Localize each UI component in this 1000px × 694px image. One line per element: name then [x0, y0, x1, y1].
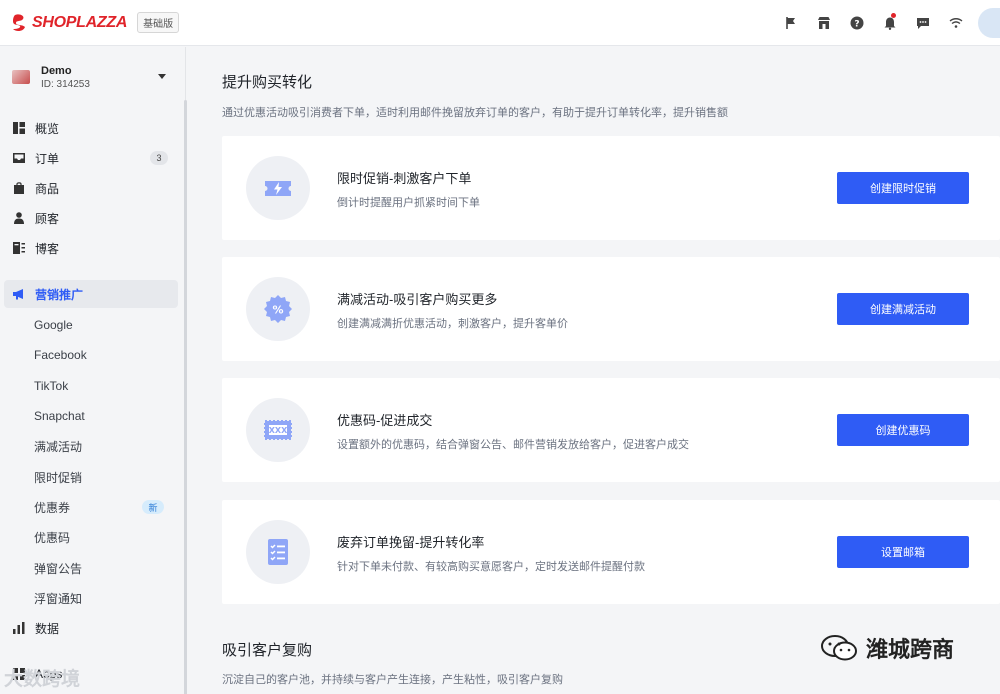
store-name: Demo	[41, 65, 72, 77]
sidebar-item-label: 商品	[35, 181, 60, 196]
watermark-text: 潍城跨商	[866, 637, 955, 662]
bag-icon	[13, 182, 25, 194]
svg-text:?: ?	[854, 20, 859, 30]
brand-logo[interactable]: SHOPLAZZA 基础版	[12, 12, 180, 33]
main-content: 提升购买转化 通过优惠活动吸引消费者下单，适时利用邮件挽留放弃订单的客户，有助于…	[188, 47, 1000, 694]
sidebar-item-marketing[interactable]: 营销推广	[4, 280, 178, 308]
card-desc: 倒计时提醒用户抓紧时间下单	[337, 197, 480, 209]
sub-item-label: 优惠券	[34, 500, 71, 515]
top-bar: SHOPLAZZA 基础版 ?	[0, 0, 1000, 46]
overview-icon	[13, 122, 25, 134]
sub-item-label: Snapchat	[34, 409, 85, 423]
shoplazza-logo-icon	[13, 13, 25, 31]
card-desc: 针对下单未付款、有较高购买意愿客户，定时发送邮件提醒付款	[337, 561, 645, 573]
sidebar-item-label: 数据	[35, 621, 60, 636]
sub-item-coupons[interactable]: 优惠券 新	[34, 495, 174, 519]
sub-item-google[interactable]: Google	[34, 313, 174, 337]
sidebar-item-products[interactable]: 商品	[4, 174, 178, 202]
card-title: 限时促销-刺激客户下单	[337, 171, 472, 186]
wifi-icon[interactable]	[939, 0, 972, 46]
sidebar-item-blog[interactable]: 博客	[4, 234, 178, 262]
store-thumbnail	[12, 70, 30, 84]
bell-icon[interactable]	[873, 0, 906, 46]
inbox-icon	[13, 152, 25, 164]
checklist-icon	[246, 520, 310, 584]
sub-item-floating-notice[interactable]: 浮窗通知	[34, 586, 174, 610]
sub-item-label: Facebook	[34, 348, 87, 362]
card-abandoned-order: 废弃订单挽留-提升转化率 针对下单未付款、有较高购买意愿客户，定时发送邮件提醒付…	[222, 500, 1000, 604]
section-title-conversion: 提升购买转化	[222, 74, 313, 91]
sub-item-tiktok[interactable]: TikTok	[34, 374, 174, 398]
sub-item-label: TikTok	[34, 379, 69, 393]
sub-item-flash-sale[interactable]: 限时促销	[34, 465, 174, 489]
sub-item-label: 优惠码	[34, 530, 71, 545]
sub-item-popup[interactable]: 弹窗公告	[34, 556, 174, 580]
avatar[interactable]	[978, 8, 1000, 38]
flash-ticket-icon	[246, 156, 310, 220]
bar-chart-icon	[13, 622, 25, 634]
sub-item-label: Google	[34, 318, 73, 332]
sidebar-item-overview[interactable]: 概览	[4, 114, 178, 142]
card-discount-campaign: % 满减活动-吸引客户购买更多 创建满减满折优惠活动，刺激客户，提升客单价 创建…	[222, 257, 1000, 361]
card-flash-sale: 限时促销-刺激客户下单 倒计时提醒用户抓紧时间下单 创建限时促销	[222, 136, 1000, 240]
store-switcher[interactable]: Demo ID: 314253	[12, 65, 172, 97]
store-icon[interactable]	[807, 0, 840, 46]
order-count-badge: 3	[150, 151, 168, 165]
flag-icon[interactable]	[774, 0, 807, 46]
sidebar-item-label: 顾客	[35, 211, 60, 226]
sidebar-item-data[interactable]: 数据	[4, 614, 178, 642]
sub-item-discount-campaign[interactable]: 满减活动	[34, 434, 174, 458]
megaphone-icon	[13, 288, 25, 300]
sub-item-snapchat[interactable]: Snapchat	[34, 404, 174, 428]
card-desc: 设置额外的优惠码，结合弹窗公告、邮件营销发放给客户，促进客户成交	[337, 439, 689, 451]
card-discount-code: XXX 优惠码-促进成交 设置额外的优惠码，结合弹窗公告、邮件营销发放给客户，促…	[222, 378, 1000, 482]
sub-item-facebook[interactable]: Facebook	[34, 343, 174, 367]
new-badge: 新	[142, 500, 164, 514]
wechat-icon	[821, 635, 857, 661]
top-icons: ?	[774, 0, 1000, 46]
blog-icon	[13, 242, 25, 254]
sidebar-item-label: 概览	[35, 121, 60, 136]
section-desc-repurchase: 沉淀自己的客户池，并持续与客户产生连接，产生粘性，吸引客户复购	[222, 674, 563, 686]
sidebar-item-customers[interactable]: 顾客	[4, 204, 178, 232]
sidebar-item-orders[interactable]: 订单 3	[4, 144, 178, 172]
set-email-button[interactable]: 设置邮箱	[837, 536, 969, 568]
card-title: 优惠码-促进成交	[337, 413, 433, 428]
create-discount-code-button[interactable]: 创建优惠码	[837, 414, 969, 446]
watermark-text: 大数跨境	[4, 669, 81, 690]
brand-name: SHOPLAZZA	[32, 13, 128, 31]
section-desc-conversion: 通过优惠活动吸引消费者下单，适时利用邮件挽留放弃订单的客户，有助于提升订单转化率…	[222, 107, 728, 119]
store-id: ID: 314253	[41, 79, 90, 90]
chevron-down-icon[interactable]	[158, 74, 166, 79]
coupon-code-icon: XXX	[246, 398, 310, 462]
create-flash-sale-button[interactable]: 创建限时促销	[837, 172, 969, 204]
sub-item-label: 限时促销	[34, 470, 83, 485]
watermark-right: 潍城跨商	[820, 632, 954, 664]
create-discount-campaign-button[interactable]: 创建满减活动	[837, 293, 969, 325]
watermark-left: 大数跨境	[4, 664, 80, 691]
sub-item-label: 满减活动	[34, 439, 83, 454]
card-title: 满减活动-吸引客户购买更多	[337, 292, 498, 307]
svg-text:XXX: XXX	[269, 426, 288, 435]
help-icon[interactable]: ?	[840, 0, 873, 46]
section-title-repurchase: 吸引客户复购	[222, 642, 313, 659]
sidebar: Demo ID: 314253 概览 订单 3 商品 顾客 博客 营销推广 Go…	[0, 47, 187, 694]
percent-badge-icon: %	[246, 277, 310, 341]
sidebar-item-label: 订单	[35, 151, 60, 166]
sidebar-item-label: 博客	[35, 241, 60, 256]
sub-item-label: 弹窗公告	[34, 561, 83, 576]
sub-item-discount-codes[interactable]: 优惠码	[34, 525, 174, 549]
svg-text:%: %	[272, 304, 283, 317]
sub-item-label: 浮窗通知	[34, 591, 83, 606]
sidebar-item-label: 营销推广	[35, 287, 84, 302]
person-icon	[13, 212, 25, 224]
notification-dot	[891, 13, 896, 18]
plan-badge: 基础版	[137, 12, 180, 33]
chat-icon[interactable]	[906, 0, 939, 46]
sidebar-scrollbar[interactable]	[184, 100, 187, 694]
card-desc: 创建满减满折优惠活动，刺激客户，提升客单价	[337, 318, 568, 330]
card-title: 废弃订单挽留-提升转化率	[337, 535, 485, 550]
